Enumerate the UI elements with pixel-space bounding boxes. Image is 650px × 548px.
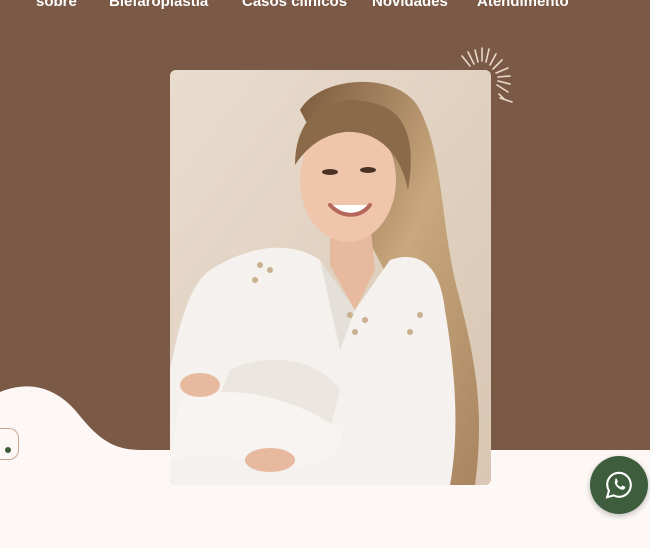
whatsapp-button[interactable] (590, 456, 648, 514)
whatsapp-icon (605, 471, 632, 499)
scroll-indicator-dot (5, 447, 11, 453)
doctor-portrait-photo (170, 70, 491, 485)
scroll-indicator[interactable] (0, 428, 19, 460)
nav-link-sobre[interactable]: sobre (36, 0, 77, 12)
hero-wave-decoration (0, 386, 180, 460)
nav-link-casos-clinicos[interactable]: Casos clínicos (242, 0, 347, 12)
nav-link-novidades[interactable]: Novidades (372, 0, 448, 12)
nav-link-atendimento[interactable]: Atendimento (477, 0, 569, 12)
nav-link-blefaroplastia[interactable]: Blefaroplastia (109, 0, 208, 12)
